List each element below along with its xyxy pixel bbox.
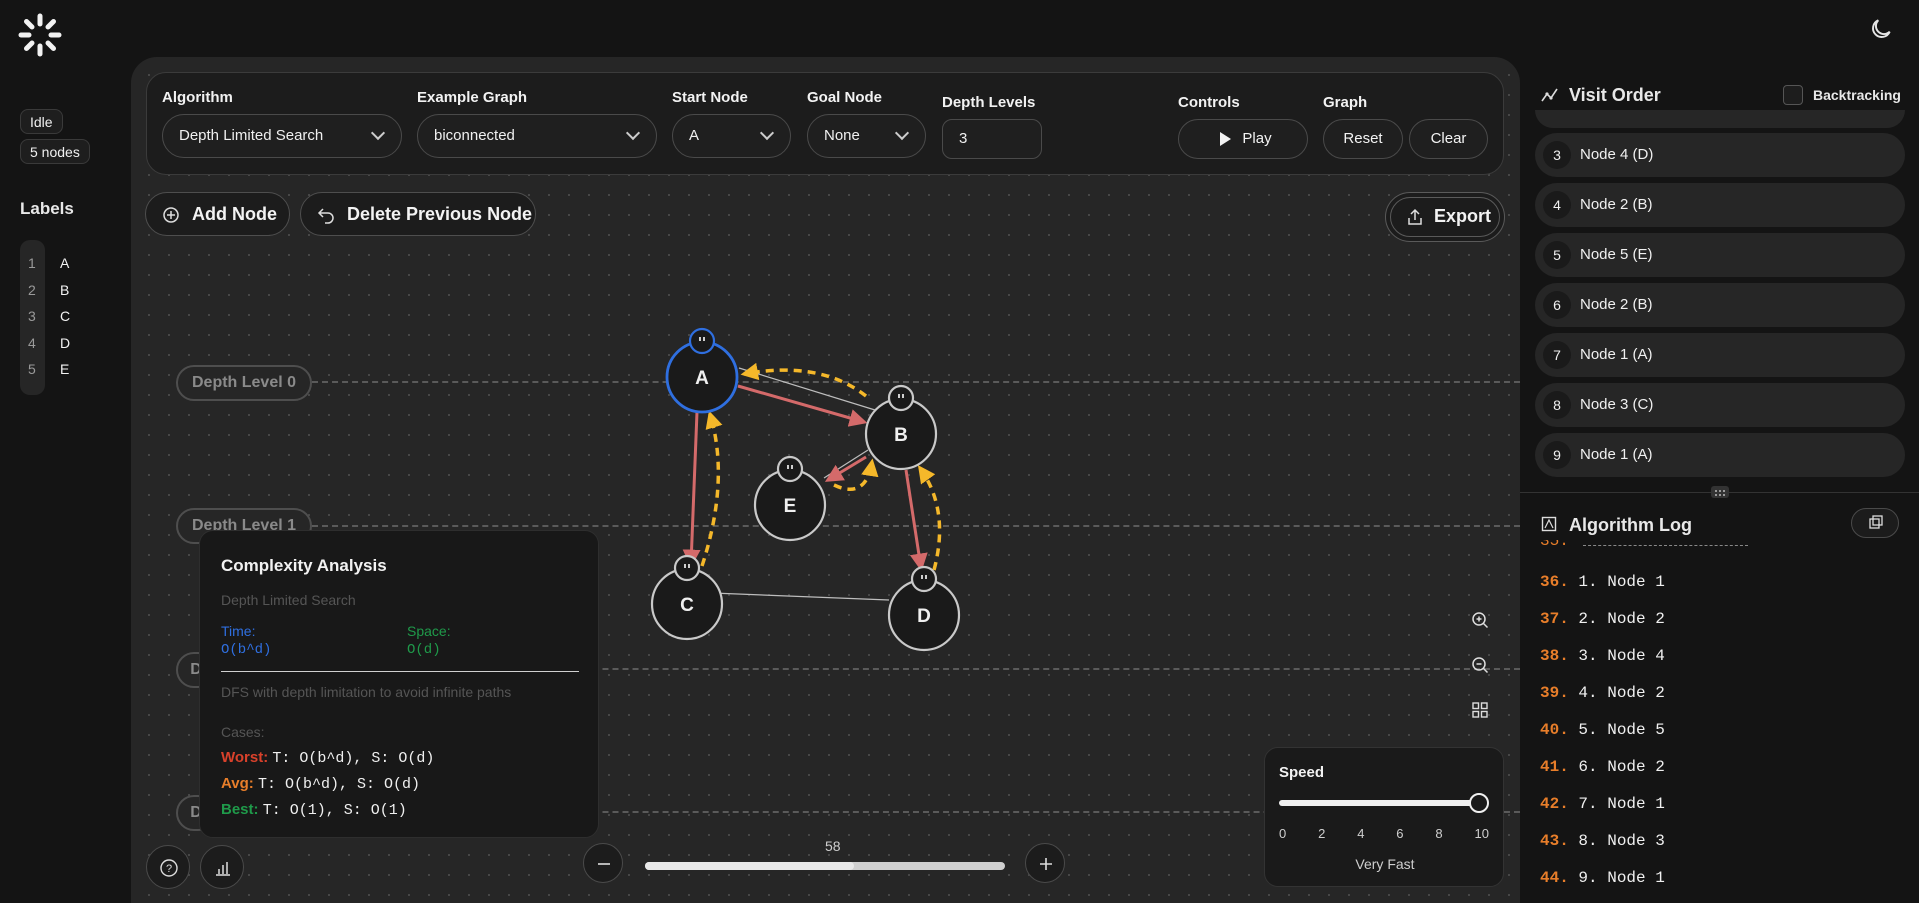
speed-panel: Speed 0 2 4 6 8 10 Very Fast: [1264, 747, 1504, 887]
algorithm-log-title: Algorithm Log: [1569, 515, 1692, 535]
canvas-zoom-in-button[interactable]: [1460, 600, 1500, 640]
backtracking-label: Backtracking: [1813, 87, 1901, 103]
log-line: 41. 6. Node 2: [1540, 758, 1665, 776]
time-label: Time:: [221, 623, 256, 639]
speed-slider[interactable]: [1279, 793, 1489, 813]
log-line: 42. 7. Node 1: [1540, 795, 1665, 813]
traversal-edge-b-e: [824, 455, 867, 482]
svg-text:D: D: [917, 606, 931, 627]
trend-icon: [1541, 88, 1558, 102]
log-line: 39. 4. Node 2: [1540, 684, 1665, 702]
cases-label: Cases:: [221, 724, 265, 740]
svg-text:C: C: [680, 595, 694, 616]
visit-order-item: 6 Node 2 (B): [1535, 283, 1905, 327]
log-line: 43. 8. Node 3: [1540, 832, 1665, 850]
backtrack-d-b: [917, 465, 942, 571]
best-case: Best: T: O(1), S: O(1): [221, 801, 407, 819]
graph-node-e[interactable]: E: [753, 455, 827, 542]
log-line: 37. 2. Node 2: [1540, 610, 1665, 628]
svg-text:B: B: [894, 425, 908, 446]
visit-order-item: 7 Node 1 (A): [1535, 333, 1905, 377]
zoom-in-button[interactable]: [1025, 843, 1065, 883]
graph-node-b[interactable]: B: [864, 384, 938, 471]
svg-text:A: A: [695, 368, 709, 389]
visit-order-item: 8 Node 3 (C): [1535, 383, 1905, 427]
speed-ticks: 0 2 4 6 8 10: [1279, 826, 1489, 841]
bar-chart-icon: [216, 862, 230, 876]
log-line: 36. 1. Node 1: [1540, 573, 1665, 591]
traversal-edge-a-c: [682, 411, 701, 568]
log-separator: [1583, 545, 1748, 546]
copy-log-button[interactable]: [1851, 508, 1899, 538]
svg-text:E: E: [784, 496, 797, 517]
grid-icon: [1472, 702, 1488, 718]
backtracking-checkbox[interactable]: [1783, 85, 1803, 105]
divider: [221, 671, 579, 672]
log-icon: [1541, 516, 1557, 532]
list-item: [1535, 110, 1905, 128]
zoom-out-button[interactable]: [583, 843, 623, 883]
help-button[interactable]: ?: [146, 845, 190, 889]
worst-case: Worst: T: O(b^d), S: O(d): [221, 749, 435, 767]
log-line: 40. 5. Node 5: [1540, 721, 1665, 739]
minus-icon: [598, 863, 610, 865]
zoom-value: 58: [825, 838, 841, 854]
complexity-algorithm: Depth Limited Search: [221, 592, 356, 608]
space-label: Space:: [407, 623, 451, 639]
edge-e-b: [823, 449, 869, 479]
drag-handle-icon: [1715, 490, 1725, 496]
question-icon: ?: [160, 859, 178, 877]
time-value: O(b^d): [221, 642, 272, 658]
traversal-edge-b-d: [904, 469, 928, 572]
log-line: 44. 9. Node 1: [1540, 869, 1665, 887]
visit-order-item: 9 Node 1 (A): [1535, 433, 1905, 477]
speed-slider-thumb[interactable]: [1469, 793, 1489, 813]
plus-icon: [1040, 858, 1052, 870]
resize-handle[interactable]: [1711, 486, 1729, 498]
log-line: 38. 3. Node 4: [1540, 647, 1665, 665]
log-line-partial: 35.: [1540, 540, 1569, 550]
visit-order-item: 4 Node 2 (B): [1535, 183, 1905, 227]
stats-button[interactable]: [200, 845, 244, 889]
edge-a-b: [738, 367, 876, 411]
visit-order-item: 5 Node 5 (E): [1535, 233, 1905, 277]
visit-order-title: Visit Order: [1569, 85, 1661, 105]
avg-case: Avg: T: O(b^d), S: O(d): [221, 775, 420, 793]
graph-node-d[interactable]: D: [887, 565, 961, 652]
canvas-zoom-out-button[interactable]: [1460, 645, 1500, 685]
traversal-edge-a-b: [737, 384, 868, 427]
zoom-in-icon: [1472, 612, 1489, 629]
zoom-out-icon: [1472, 657, 1489, 674]
speed-label: Speed: [1279, 764, 1325, 781]
backtrack-c-a: [700, 410, 723, 567]
complexity-panel: Complexity Analysis Depth Limited Search…: [199, 530, 599, 838]
fit-view-button[interactable]: [1460, 690, 1500, 730]
zoom-slider[interactable]: [645, 862, 1005, 870]
copy-icon: [1869, 515, 1883, 529]
visit-order-item: 3 Node 4 (D): [1535, 133, 1905, 177]
complexity-description: DFS with depth limitation to avoid infin…: [221, 684, 512, 700]
graph-node-a[interactable]: A: [665, 327, 739, 414]
complexity-title: Complexity Analysis: [221, 556, 387, 575]
space-value: O(d): [407, 642, 441, 658]
graph-node-c[interactable]: C: [650, 554, 724, 641]
speed-text: Very Fast: [1355, 856, 1415, 872]
svg-text:?: ?: [166, 863, 172, 875]
